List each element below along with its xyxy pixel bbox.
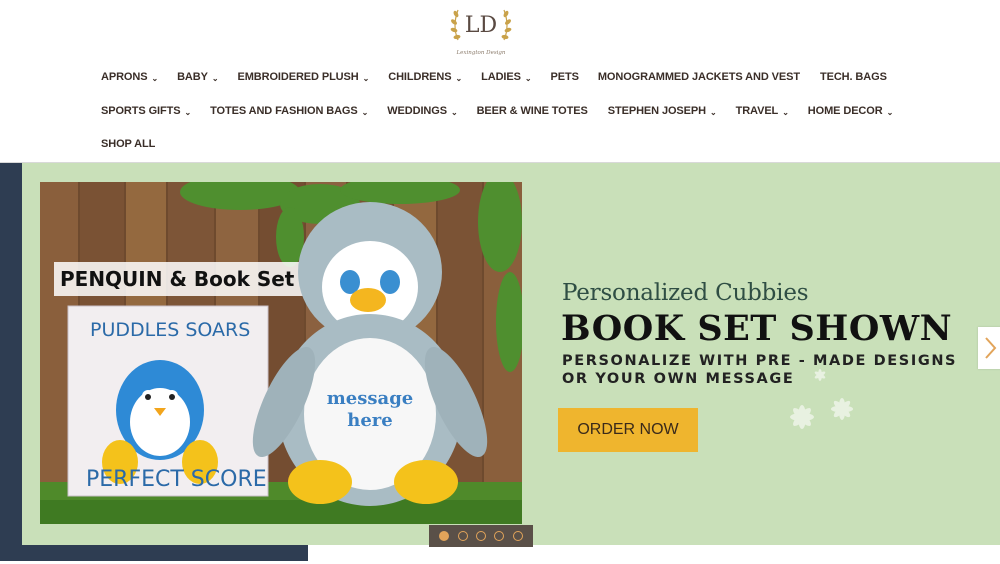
chevron-down-icon: ⌄ xyxy=(362,73,370,83)
nav-item-aprons[interactable]: APRONS ⌄ xyxy=(101,71,158,83)
nav-item-travel[interactable]: TRAVEL ⌄ xyxy=(736,105,789,117)
hero-desc-line2: OR YOUR OWN MESSAGE xyxy=(562,371,795,387)
order-now-button[interactable]: ORDER NOW xyxy=(558,408,698,452)
nav-label: TECH. BAGS xyxy=(819,71,887,83)
nav-item-baby[interactable]: BABY ⌄ xyxy=(177,71,218,83)
hero-product-image[interactable]: PENQUIN & Book Set PUDDLES SOARS PERFECT… xyxy=(40,182,522,524)
chevron-down-icon: ⌄ xyxy=(709,107,717,117)
nav-item-stephen-joseph[interactable]: STEPHEN JOSEPH ⌄ xyxy=(608,105,717,117)
chevron-down-icon: ⌄ xyxy=(450,107,458,117)
plush-message-line2: here xyxy=(347,410,392,431)
main-nav-row-2: SPORTS GIFTS ⌄ TOTES AND FASHION BAGS ⌄ WE… xyxy=(101,102,893,120)
slider-pagination xyxy=(429,525,533,547)
hero-title: BOOK SET SHOWN xyxy=(561,308,953,349)
hero-accent-left xyxy=(0,162,22,561)
chevron-down-icon: ⌄ xyxy=(782,107,789,117)
nav-label: STEPHEN JOSEPH xyxy=(607,105,706,117)
nav-item-childrens[interactable]: CHILDRENS ⌄ xyxy=(388,71,462,83)
chevron-down-icon: ⌄ xyxy=(524,73,532,83)
main-nav-row-3: SHOP ALL xyxy=(101,135,155,153)
nav-label: SPORTS GIFTS xyxy=(101,105,181,117)
book-title: PUDDLES SOARS xyxy=(90,319,250,341)
nav-label: SHOP ALL xyxy=(101,138,156,150)
nav-item-beer-wine-totes[interactable]: BEER & WINE TOTES xyxy=(477,105,588,117)
plush-message-line1: message xyxy=(327,388,413,409)
nav-label: TOTES AND FASHION BAGS xyxy=(210,105,358,117)
slider-next-button[interactable] xyxy=(978,327,1000,369)
logo-caption: Lexington Design xyxy=(456,50,506,56)
nav-label: APRONS xyxy=(101,71,148,83)
slider-dot-2[interactable] xyxy=(457,531,468,541)
nav-item-sports-gifts[interactable]: SPORTS GIFTS ⌄ xyxy=(101,105,191,117)
hero-accent-bottom xyxy=(0,545,308,561)
nav-item-monogrammed-jackets[interactable]: MONOGRAMMED JACKETS AND VEST xyxy=(598,71,800,83)
nav-label: TRAVEL xyxy=(735,105,779,117)
book-subtitle: PERFECT SCORE xyxy=(86,467,267,492)
nav-label: CHILDRENS xyxy=(388,71,452,83)
nav-item-ladies[interactable]: LADIES ⌄ xyxy=(481,71,531,83)
nav-label: WEDDINGS xyxy=(387,105,447,117)
hero-slider: PENQUIN & Book Set PUDDLES SOARS PERFECT… xyxy=(0,162,1000,564)
nav-label: LADIES xyxy=(481,71,521,83)
hero-description: PERSONALIZE WITH PRE - MADE DESIGNS OR Y… xyxy=(562,352,957,388)
slider-dot-3[interactable] xyxy=(475,531,486,541)
site-logo[interactable]: LD Lexington Design xyxy=(448,0,514,58)
nav-label: EMBROIDERED PLUSH xyxy=(237,71,359,83)
chevron-down-icon: ⌄ xyxy=(361,107,369,117)
slider-dot-4[interactable] xyxy=(494,531,505,541)
slider-dot-5[interactable] xyxy=(512,531,523,541)
chevron-down-icon: ⌄ xyxy=(184,107,192,117)
divider xyxy=(0,162,1000,163)
chevron-down-icon: ⌄ xyxy=(151,73,159,83)
nav-item-tech-bags[interactable]: TECH. BAGS xyxy=(820,71,887,83)
chevron-down-icon: ⌄ xyxy=(211,73,219,83)
nav-label: BABY xyxy=(177,71,208,83)
nav-item-home-decor[interactable]: HOME DECOR ⌄ xyxy=(808,105,893,117)
nav-item-pets[interactable]: PETS xyxy=(550,71,578,83)
nav-item-weddings[interactable]: WEDDINGS ⌄ xyxy=(387,105,457,117)
nav-item-shop-all[interactable]: SHOP ALL xyxy=(101,138,155,150)
flower-decoration-icon xyxy=(790,369,853,429)
nav-item-embroidered-plush[interactable]: EMBROIDERED PLUSH ⌄ xyxy=(237,71,369,83)
chevron-down-icon: ⌄ xyxy=(455,73,463,83)
hero-desc-line1: PERSONALIZE WITH PRE - MADE DESIGNS xyxy=(562,353,958,369)
logo-initials: LD xyxy=(465,13,497,38)
chevron-down-icon: ⌄ xyxy=(886,107,894,117)
nav-label: PETS xyxy=(550,71,579,83)
chevron-right-icon xyxy=(985,337,997,359)
image-headline: PENQUIN & Book Set xyxy=(60,267,295,291)
slider-dot-1[interactable] xyxy=(439,531,450,541)
nav-label: MONOGRAMMED JACKETS AND VEST xyxy=(597,71,800,83)
nav-label: HOME DECOR xyxy=(807,105,883,117)
hero-subtitle: Personalized Cubbies xyxy=(562,280,809,306)
nav-item-totes-fashion-bags[interactable]: TOTES AND FASHION BAGS ⌄ xyxy=(210,105,368,117)
nav-label: BEER & WINE TOTES xyxy=(476,105,588,117)
main-nav-row-1: APRONS ⌄ BABY ⌄ EMBROIDERED PLUSH ⌄ CHILDRE… xyxy=(101,68,887,86)
